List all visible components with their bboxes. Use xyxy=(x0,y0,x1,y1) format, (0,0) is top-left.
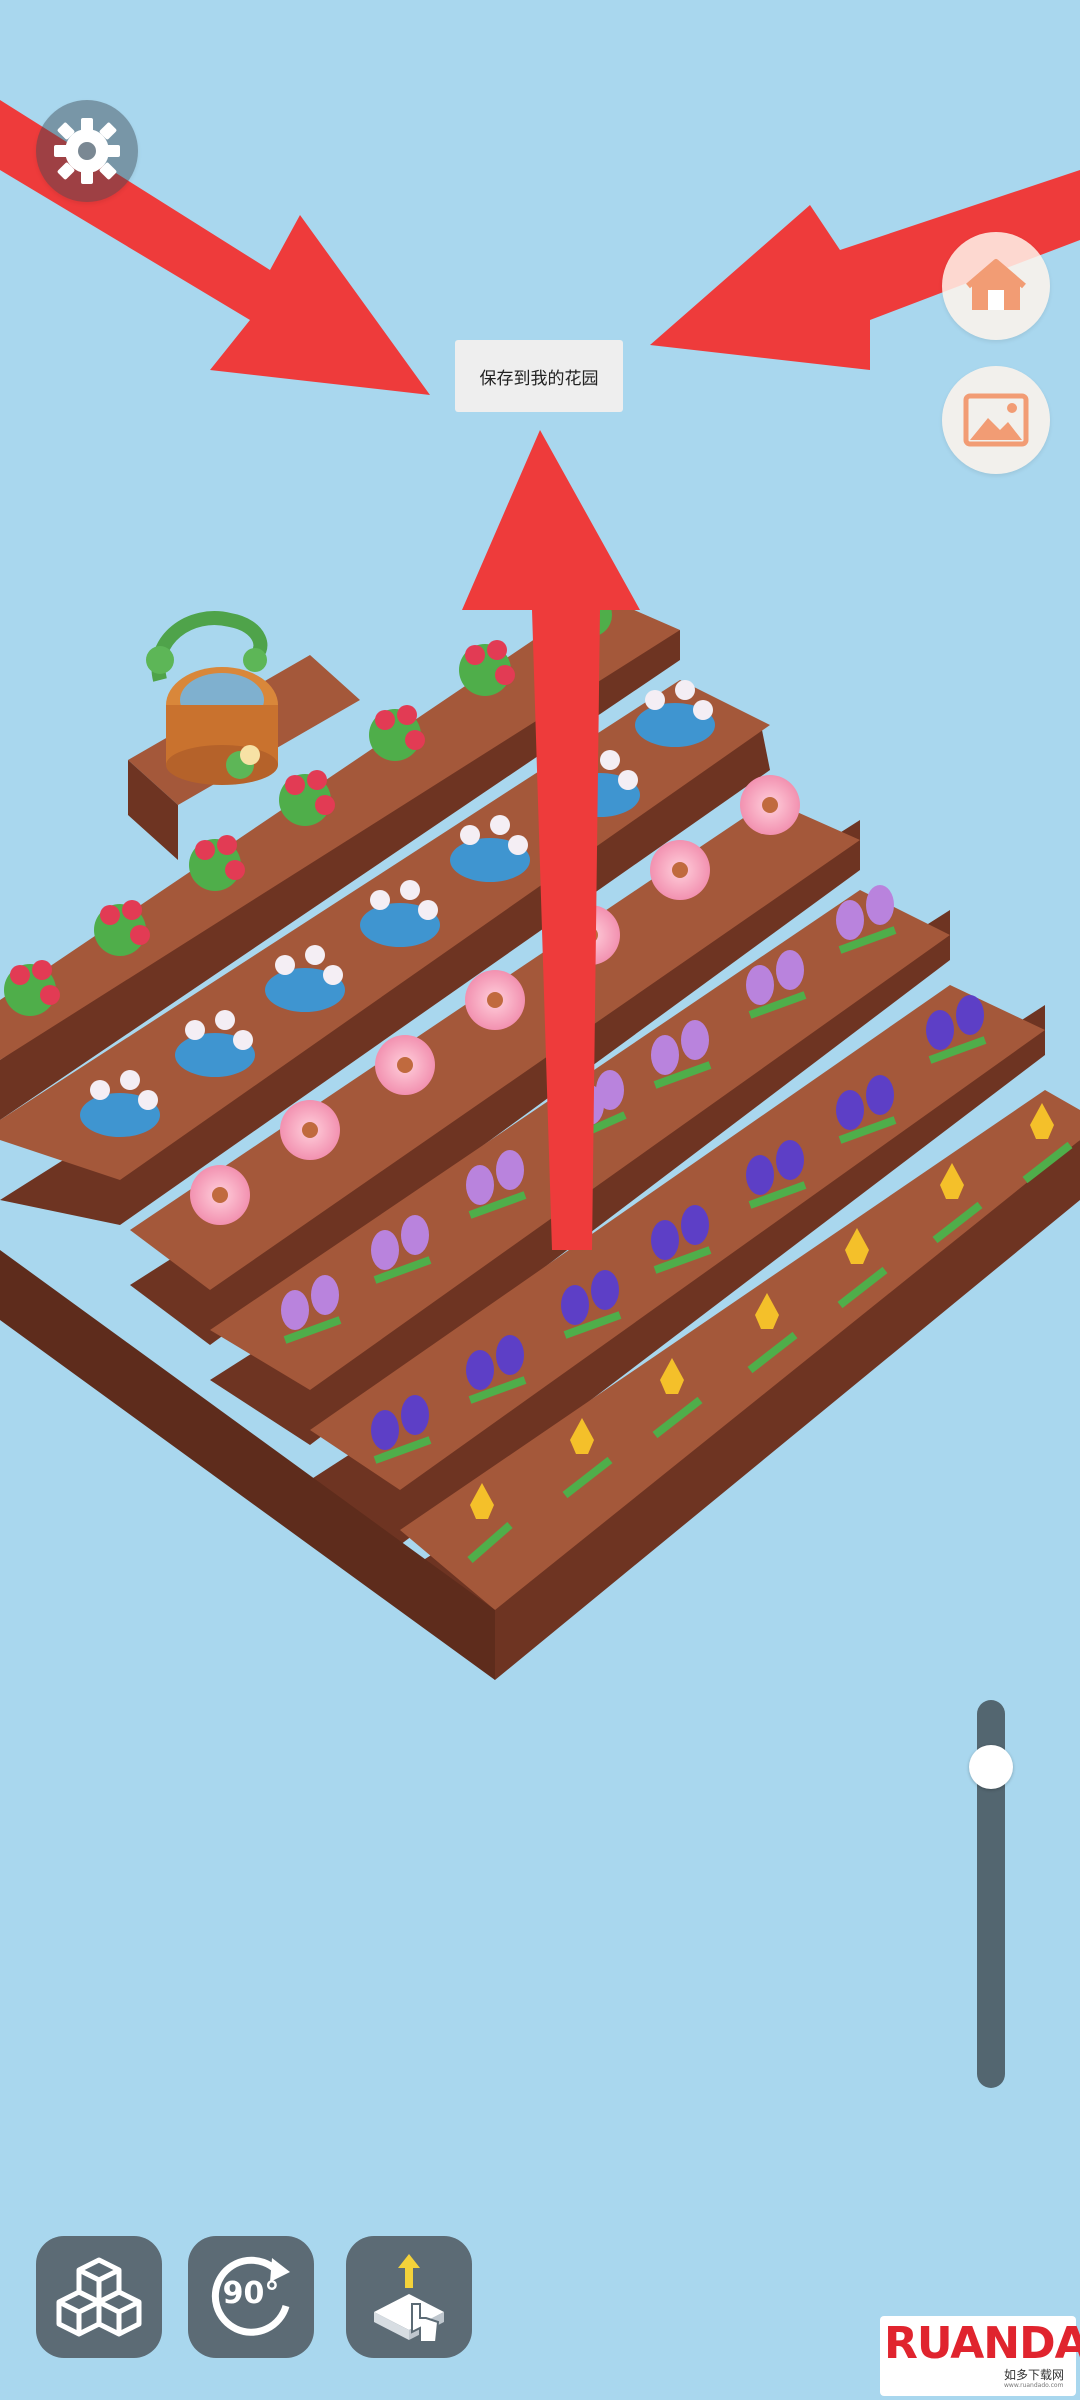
image-icon xyxy=(963,393,1029,447)
watermark-url: www.ruandado.com xyxy=(1004,2382,1064,2389)
rotate-label: 90° xyxy=(222,2276,280,2311)
watermark-logo: RUANDADO 如多下载网 www.ruandado.com xyxy=(880,2316,1080,2396)
cubes-icon xyxy=(56,2257,142,2337)
rotate-button[interactable]: 90° xyxy=(188,2236,314,2358)
home-icon xyxy=(966,259,1026,310)
gear-icon xyxy=(54,118,120,184)
tap-place-icon xyxy=(374,2254,444,2343)
blocks-button[interactable] xyxy=(36,2236,162,2358)
home-button[interactable] xyxy=(942,232,1050,340)
watermark-brand: RUANDADO xyxy=(884,2318,1080,2369)
save-to-garden-label: 保存到我的花园 xyxy=(479,368,599,389)
watermark-subtitle: 如多下载网 xyxy=(1004,2368,1065,2382)
settings-button[interactable] xyxy=(36,100,138,202)
save-to-garden-button[interactable]: 保存到我的花园 xyxy=(455,340,623,412)
place-button[interactable] xyxy=(346,2236,472,2358)
gallery-button[interactable] xyxy=(942,366,1050,474)
zoom-slider-thumb[interactable] xyxy=(969,1745,1013,1789)
game-screen: 保存到我的花园 90° RUANDA 如多下载网 www.ruandado.co… xyxy=(0,0,1080,2400)
